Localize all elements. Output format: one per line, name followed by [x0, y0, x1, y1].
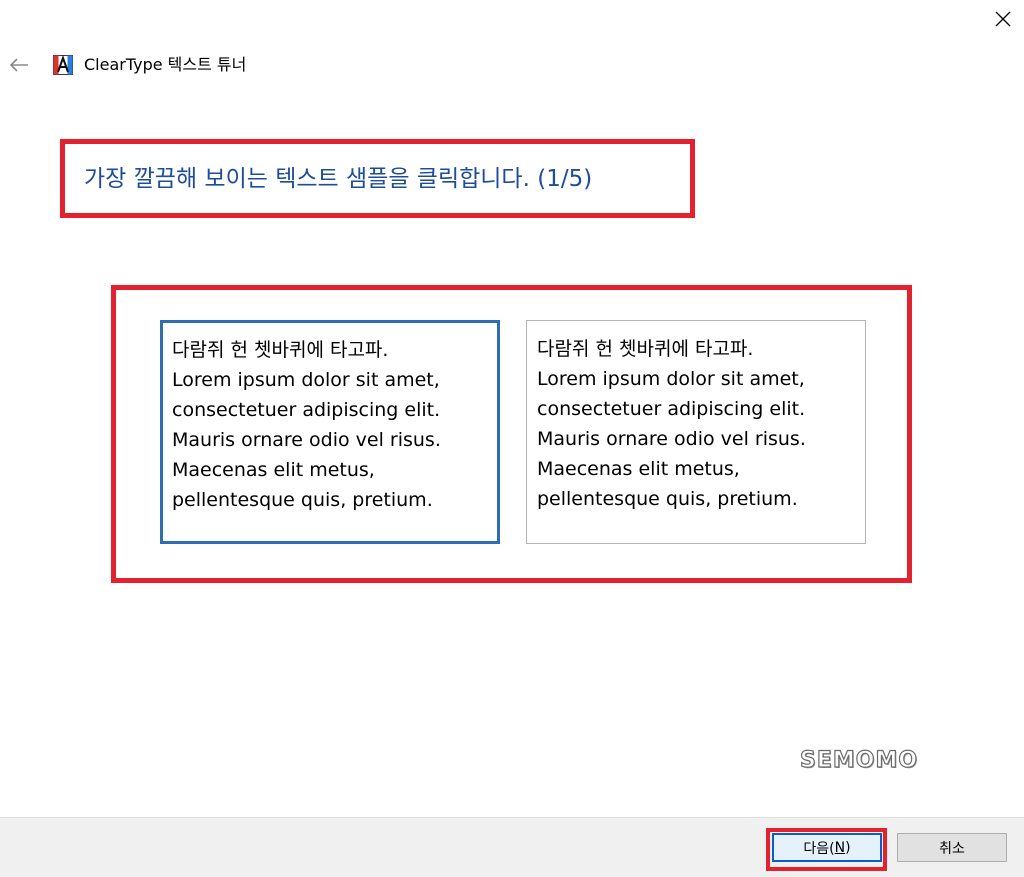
cleartype-app-icon	[53, 55, 73, 75]
annotation-highlight-next-button	[766, 828, 887, 871]
close-button[interactable]	[982, 0, 1024, 38]
cancel-button-label: 취소	[939, 840, 965, 857]
cancel-button[interactable]: 취소	[897, 833, 1007, 862]
watermark: SEMOMO	[799, 747, 919, 773]
window-title: ClearType 텍스트 튜너	[84, 55, 247, 74]
annotation-highlight-samples	[111, 285, 912, 583]
back-arrow-icon	[9, 58, 28, 72]
close-icon	[995, 11, 1011, 27]
back-button[interactable]	[4, 50, 34, 80]
annotation-highlight-instruction	[60, 139, 695, 218]
